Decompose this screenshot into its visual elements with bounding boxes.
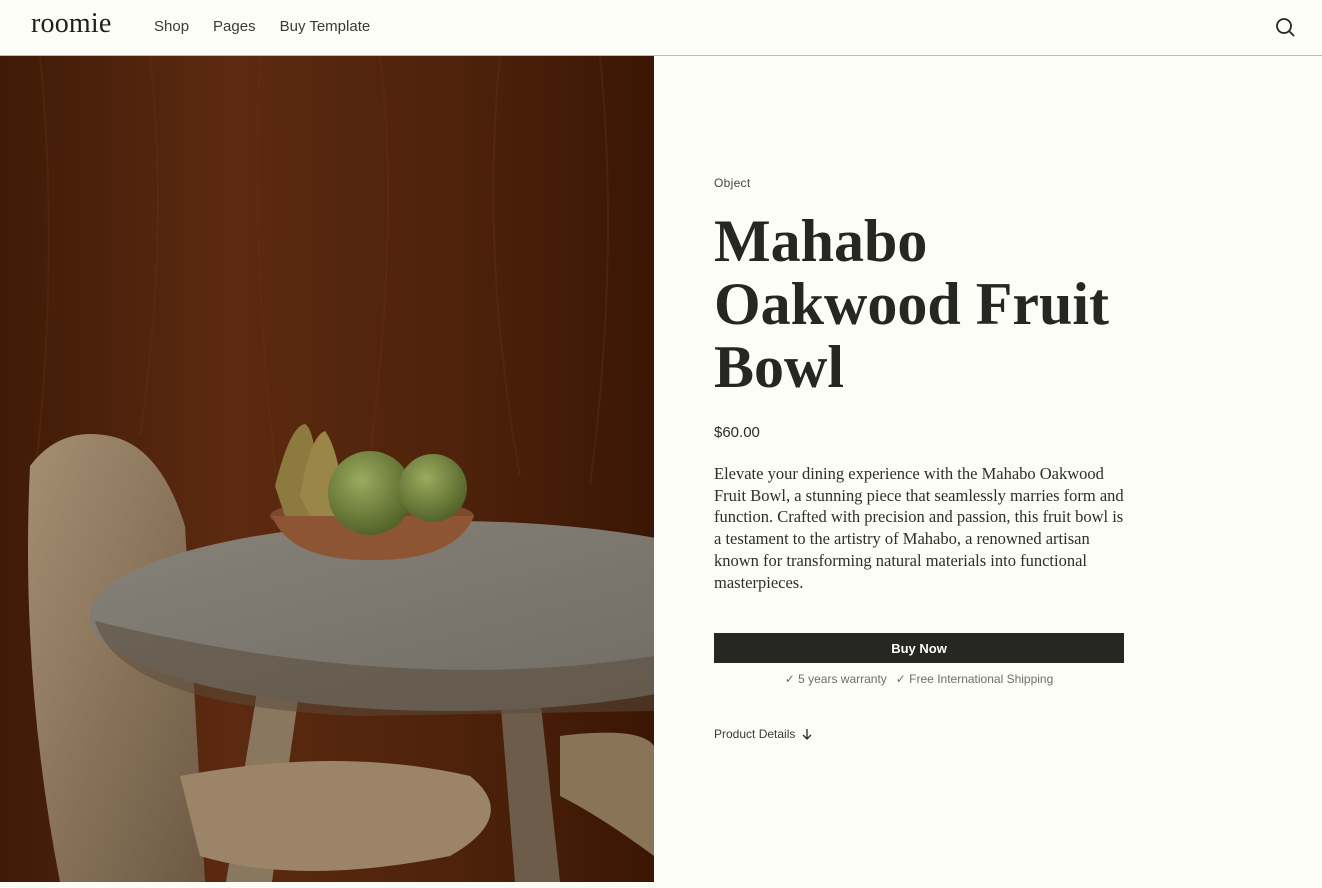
perk-shipping: ✓ Free International Shipping xyxy=(895,672,1054,686)
nav-item-pages[interactable]: Pages xyxy=(213,18,256,35)
product-details-toggle[interactable]: Product Details xyxy=(714,727,813,741)
product-title: Mahabo Oakwood Fruit Bowl xyxy=(714,208,1110,400)
nav-item-shop[interactable]: Shop xyxy=(154,18,189,35)
nav-item-buy-template[interactable]: Buy Template xyxy=(280,18,371,35)
product-perks: ✓ 5 years warranty ✓ Free International … xyxy=(714,672,1124,686)
search-button[interactable] xyxy=(1274,16,1296,38)
product-category[interactable]: Object xyxy=(714,176,750,190)
product-details-label: Product Details xyxy=(714,727,796,741)
product-description: Elevate your dining experience with the … xyxy=(714,464,1124,592)
logo[interactable]: roomie xyxy=(31,8,112,40)
product-photo xyxy=(0,56,654,882)
arrow-down-icon xyxy=(802,729,812,740)
site-header: roomie Shop Pages Buy Template xyxy=(0,0,1322,56)
main-nav: Shop Pages Buy Template xyxy=(154,18,370,35)
buy-now-button[interactable]: Buy Now xyxy=(714,633,1124,663)
product-price: $60.00 xyxy=(714,424,760,441)
product-hero-image xyxy=(0,56,654,882)
perk-warranty: ✓ 5 years warranty xyxy=(784,672,887,686)
search-icon xyxy=(1276,18,1295,37)
